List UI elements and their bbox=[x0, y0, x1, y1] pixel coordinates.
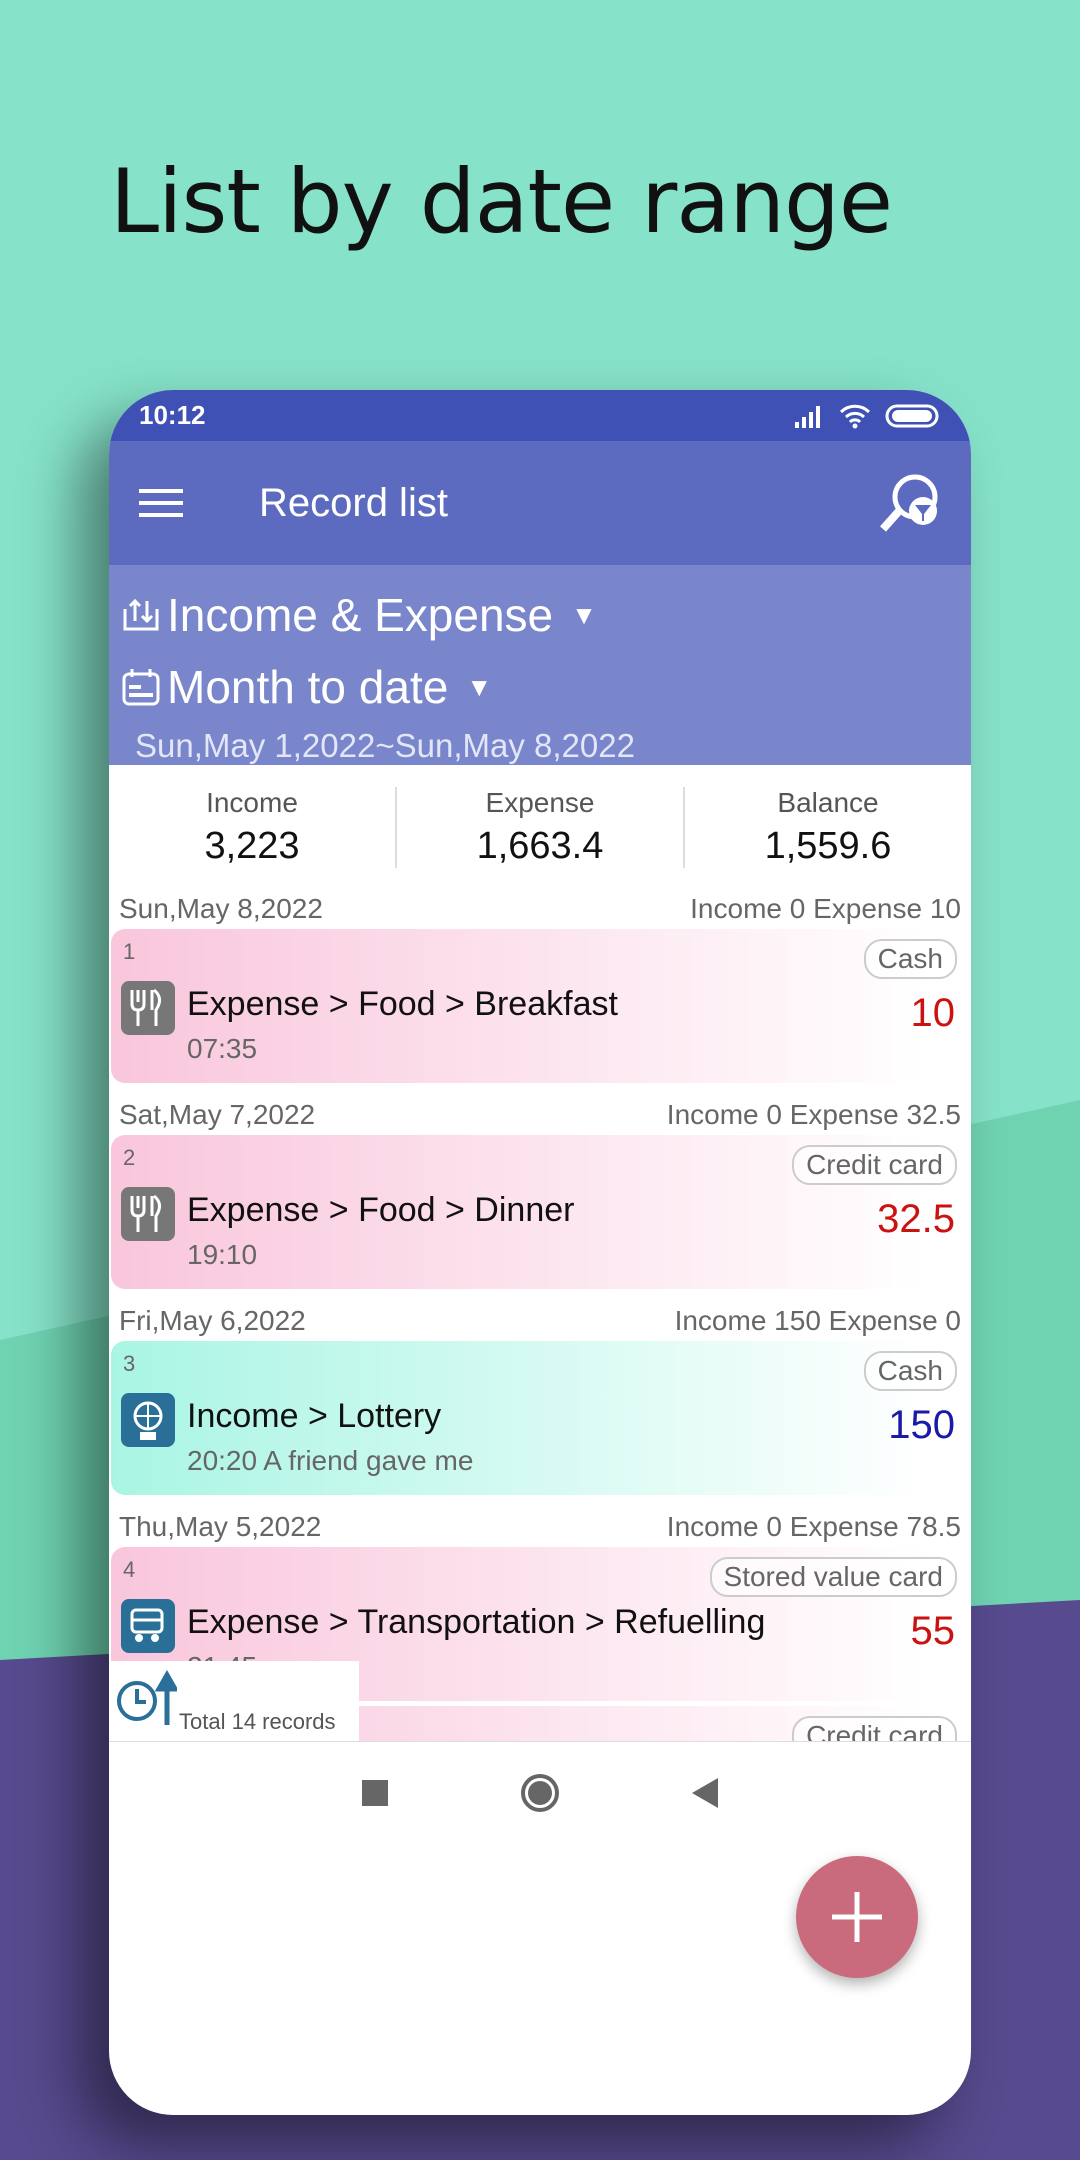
record-amount: 10 bbox=[910, 991, 956, 1035]
food-icon bbox=[121, 981, 175, 1035]
record-time: 20:20 A friend gave me bbox=[187, 1445, 474, 1476]
day-header: Thu,May 5,2022 Income 0 Expense 78.5 bbox=[109, 1507, 971, 1547]
battery-icon bbox=[885, 404, 939, 427]
day-date: Sat,May 7,2022 bbox=[119, 1099, 316, 1130]
type-value: Income & Expense bbox=[167, 589, 554, 641]
filter-panel: Income & Expense ▼ Month to date ▼ Sun,May… bbox=[109, 565, 971, 765]
total-records-label: Total 14 records bbox=[179, 1709, 336, 1734]
record-item[interactable]: 1 Cash Expense > Food > Breakfast 07:35 … bbox=[111, 929, 969, 1083]
summary-value: 1,559.6 bbox=[764, 824, 892, 867]
day-header: Sat,May 7,2022 Income 0 Expense 32.5 bbox=[109, 1095, 971, 1135]
summary-label: Income bbox=[206, 786, 298, 818]
sort-time-icon[interactable] bbox=[113, 1667, 177, 1727]
record-amount: 32.5 bbox=[877, 1197, 955, 1241]
record-amount: 150 bbox=[888, 1403, 955, 1447]
record-category: Expense > Transportation > Refuelling bbox=[187, 1603, 766, 1641]
summary-expense: Expense 1,663.4 bbox=[397, 786, 685, 868]
food-icon bbox=[121, 1187, 175, 1241]
record-category: Income > Lottery bbox=[187, 1397, 442, 1435]
back-button[interactable] bbox=[690, 1776, 720, 1810]
plus-icon bbox=[832, 1892, 882, 1942]
wifi-icon bbox=[839, 404, 871, 428]
period-value: Month to date bbox=[167, 661, 449, 713]
record-category: Expense > Food > Breakfast bbox=[187, 985, 618, 1023]
signal-icon bbox=[795, 405, 820, 428]
total-records: Total 14 records bbox=[109, 1661, 359, 1741]
home-button[interactable] bbox=[520, 1773, 560, 1813]
record-time: 07:35 bbox=[187, 1033, 258, 1064]
record-item[interactable]: 3 Cash Income > Lottery 20:20 A friend g… bbox=[111, 1341, 969, 1495]
status-bar: 10:12 bbox=[109, 390, 971, 441]
summary-label: Expense bbox=[485, 786, 595, 818]
account-tag: Cash bbox=[863, 1351, 957, 1391]
summary-income: Income 3,223 bbox=[109, 786, 397, 868]
phone-screen: 10:12 Record list Income & Expense ▼ Mont… bbox=[109, 390, 971, 2115]
search-filter-icon[interactable] bbox=[877, 471, 941, 535]
record-amount: 55 bbox=[910, 1609, 956, 1653]
caret-down-icon: ▼ bbox=[466, 671, 493, 702]
hamburger-icon[interactable] bbox=[139, 487, 183, 519]
status-time: 10:12 bbox=[139, 400, 206, 430]
app-bar: Record list bbox=[109, 441, 971, 565]
caret-down-icon: ▼ bbox=[571, 599, 597, 630]
day-totals: Income 0 Expense 32.5 bbox=[666, 1099, 961, 1130]
day-header: Sun,May 8,2022 Income 0 Expense 10 bbox=[109, 889, 971, 929]
summary-bar: Income 3,223 Expense 1,663.4 Balance 1,559.… bbox=[109, 765, 971, 889]
record-number: 3 bbox=[123, 1351, 136, 1376]
summary-balance: Balance 1,559.6 bbox=[685, 787, 971, 868]
period-dropdown[interactable]: Month to date ▼ bbox=[121, 651, 959, 723]
day-header: Fri,May 6,2022 Income 150 Expense 0 bbox=[109, 1301, 971, 1341]
record-time: 19:10 bbox=[187, 1239, 258, 1270]
date-range: Sun,May 1,2022~Sun,May 8,2022 bbox=[135, 727, 635, 764]
page-title: Record list bbox=[259, 480, 448, 525]
day-totals: Income 0 Expense 10 bbox=[690, 893, 961, 924]
day-group: Sun,May 8,2022 Income 0 Expense 10 1 Cash… bbox=[109, 889, 971, 1083]
record-item[interactable]: 2 Credit card Expense > Food > Dinner 19… bbox=[111, 1135, 969, 1289]
headline: List by date range bbox=[110, 150, 893, 253]
calendar-icon bbox=[122, 669, 160, 706]
account-tag: Stored value card bbox=[709, 1557, 957, 1597]
account-tag: Credit card bbox=[792, 1145, 957, 1185]
day-totals: Income 0 Expense 78.5 bbox=[666, 1511, 961, 1542]
summary-label: Balance bbox=[777, 786, 879, 818]
add-record-button[interactable] bbox=[796, 1856, 918, 1978]
day-date: Fri,May 6,2022 bbox=[119, 1305, 306, 1336]
car-icon bbox=[121, 1599, 175, 1653]
day-date: Thu,May 5,2022 bbox=[119, 1511, 322, 1542]
day-date: Sun,May 8,2022 bbox=[119, 893, 323, 924]
day-group: Sat,May 7,2022 Income 0 Expense 32.5 2 Cr… bbox=[109, 1095, 971, 1289]
day-totals: Income 150 Expense 0 bbox=[674, 1305, 961, 1336]
income-expense-icon bbox=[123, 598, 159, 631]
account-tag: Credit card bbox=[792, 1716, 957, 1741]
account-tag: Cash bbox=[863, 939, 957, 979]
lottery-icon bbox=[121, 1393, 175, 1447]
record-list[interactable]: Sun,May 8,2022 Income 0 Expense 10 1 Cash… bbox=[109, 889, 971, 1741]
summary-value: 3,223 bbox=[204, 824, 300, 867]
summary-value: 1,663.4 bbox=[476, 824, 604, 867]
day-group: Fri,May 6,2022 Income 150 Expense 0 3 Cas… bbox=[109, 1301, 971, 1495]
type-dropdown[interactable]: Income & Expense ▼ bbox=[121, 579, 959, 651]
system-nav-bar bbox=[109, 1741, 971, 1844]
record-number: 1 bbox=[123, 939, 136, 964]
record-category: Expense > Food > Dinner bbox=[187, 1191, 575, 1229]
recents-button[interactable] bbox=[360, 1778, 390, 1808]
